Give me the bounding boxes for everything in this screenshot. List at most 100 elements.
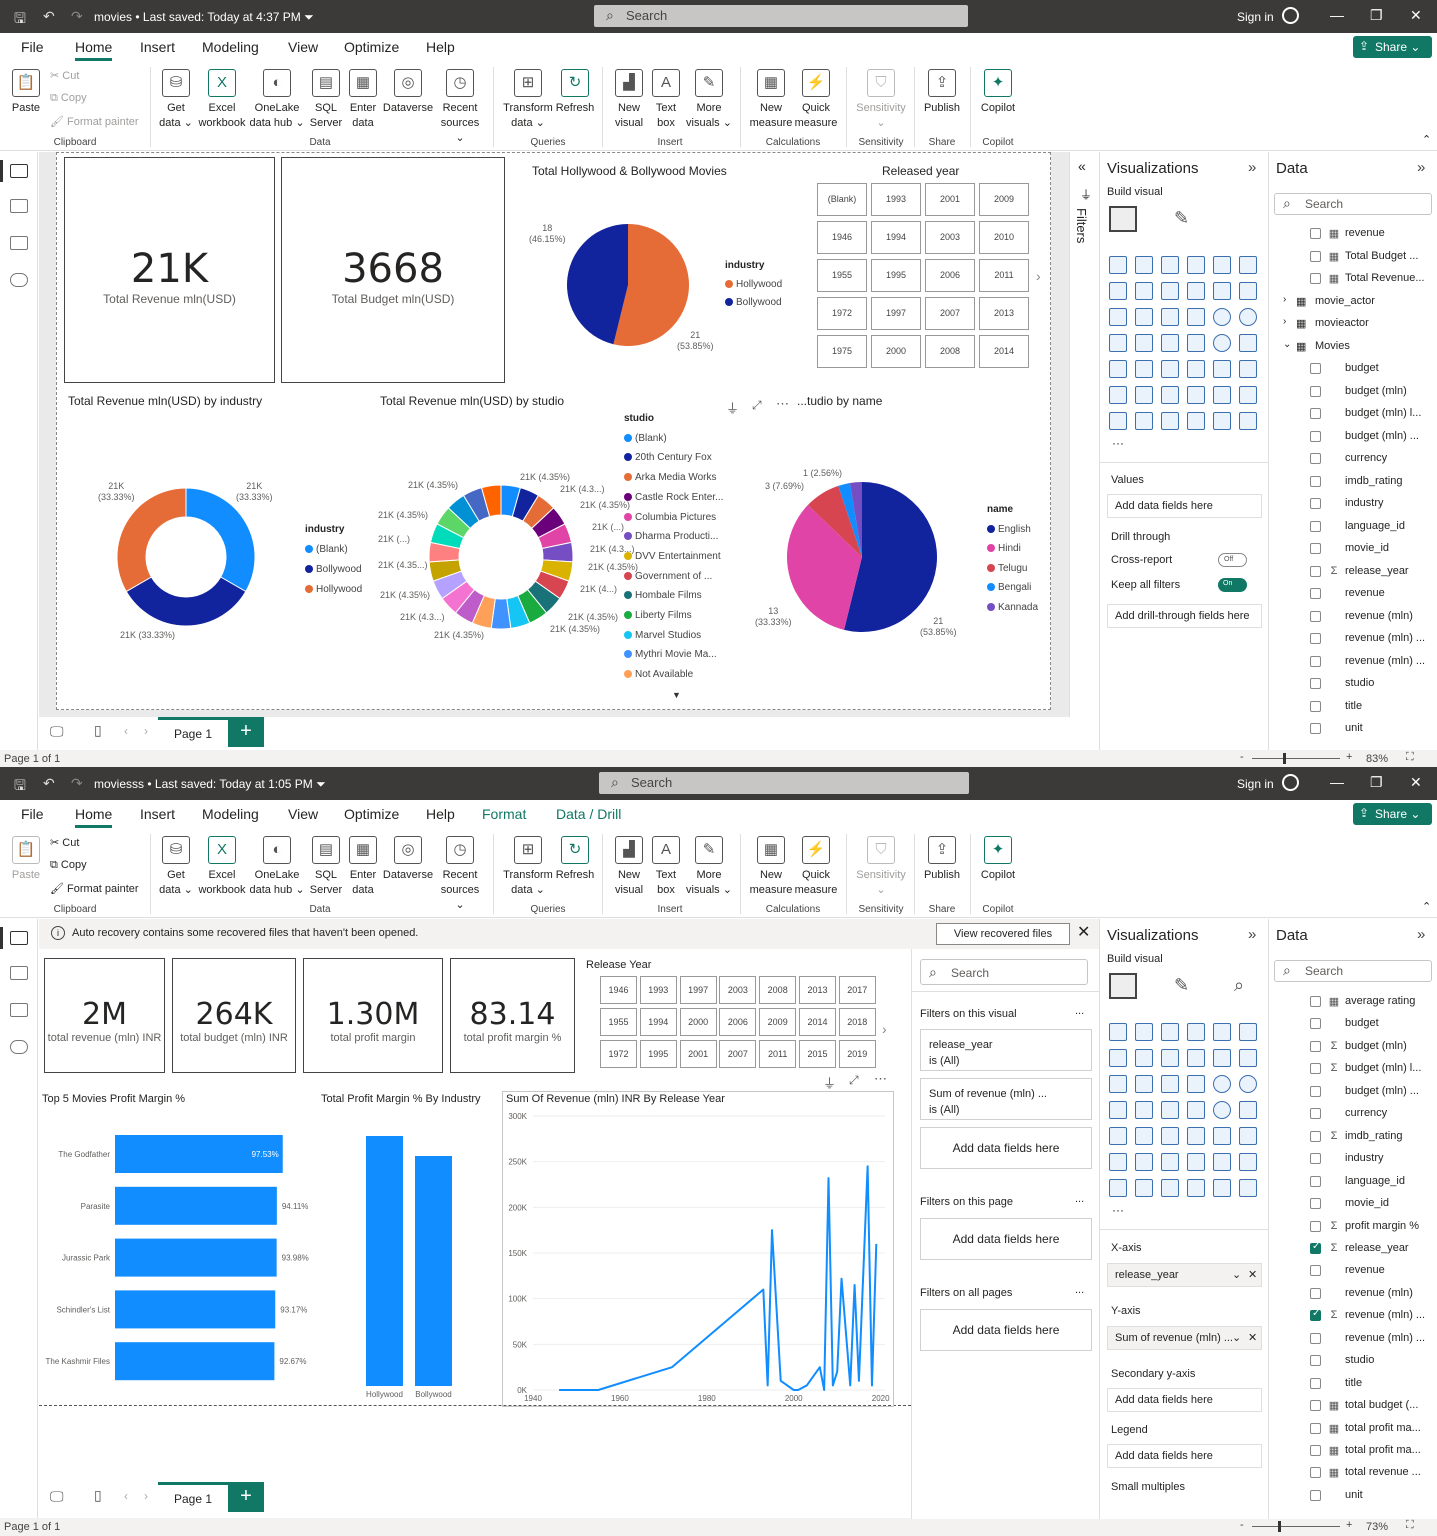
scroll-down-icon[interactable]: ▼ xyxy=(672,690,681,700)
checkbox[interactable] xyxy=(1310,996,1321,1007)
format-painter-button[interactable]: 🖌 Format painter xyxy=(50,115,139,128)
fit-page-icon[interactable]: ⛶ xyxy=(1406,751,1414,764)
field-item[interactable]: movie_id xyxy=(1269,1193,1437,1215)
field-item[interactable]: Σimdb_rating xyxy=(1269,1126,1437,1148)
clustered-bar-icon[interactable] xyxy=(1161,1023,1179,1041)
field-item[interactable]: budget (mln) l... xyxy=(1269,403,1437,425)
legend-item[interactable]: Liberty Films xyxy=(624,606,723,626)
100-column-icon[interactable] xyxy=(1239,256,1257,274)
excel-workbook-button[interactable]: X Excel workbook xyxy=(194,69,250,131)
checkbox[interactable] xyxy=(1310,1332,1321,1344)
slicer-option[interactable]: 2015 xyxy=(799,1040,836,1068)
line-chart-icon[interactable] xyxy=(1109,1049,1127,1067)
field-item[interactable]: ▦ Total Budget ... xyxy=(1269,246,1437,268)
goals-icon[interactable] xyxy=(1239,386,1257,404)
field-item[interactable]: industry xyxy=(1269,1148,1437,1170)
checkbox[interactable] xyxy=(1310,1153,1321,1165)
multirow-card-icon[interactable] xyxy=(1109,1127,1127,1145)
menu-view[interactable]: View xyxy=(288,806,318,822)
100-bar-icon[interactable] xyxy=(1213,256,1231,274)
menu-optimize[interactable]: Optimize xyxy=(344,806,399,822)
dataverse-button[interactable]: ◎ Dataverse xyxy=(380,69,436,116)
focus-mode-icon[interactable]: ⤢ xyxy=(849,1073,859,1088)
table-node[interactable]: › ▦ movieactor xyxy=(1269,313,1437,335)
stacked-column-icon[interactable] xyxy=(1135,256,1153,274)
table-node[interactable]: ⌄ ▦ Movies xyxy=(1269,336,1437,358)
line-stacked-icon[interactable] xyxy=(1239,1049,1257,1067)
checkbox[interactable] xyxy=(1310,1355,1321,1367)
donut-icon[interactable] xyxy=(1239,1075,1257,1093)
keep-filters-toggle[interactable]: On xyxy=(1218,578,1247,592)
kpi-card-profit-margin[interactable]: 1.30M total profit margin xyxy=(303,958,443,1073)
custom-visual-icon[interactable] xyxy=(1213,1179,1231,1197)
slicer-option[interactable]: 2013 xyxy=(979,297,1029,330)
slicer-option[interactable]: 2000 xyxy=(871,335,921,368)
build-visual-tab[interactable] xyxy=(1109,973,1137,999)
kpi-card-revenue[interactable]: 21K Total Revenue mln(USD) xyxy=(64,157,275,383)
slicer-option[interactable]: 1994 xyxy=(871,221,921,254)
decomposition-tree-icon[interactable] xyxy=(1161,1153,1179,1171)
desktop-layout-icon[interactable]: 🖵 xyxy=(50,1488,64,1505)
slicer-option[interactable]: 2010 xyxy=(979,221,1029,254)
stacked-bar-icon[interactable] xyxy=(1109,1023,1127,1041)
build-visual-tab[interactable] xyxy=(1109,206,1137,232)
slicer-option[interactable]: 2014 xyxy=(799,1008,836,1036)
cut-button[interactable]: ✂ Cut xyxy=(50,69,79,82)
slicer-option[interactable]: 2013 xyxy=(799,976,836,1004)
field-item[interactable]: budget (mln) xyxy=(1269,381,1437,403)
view-recovered-files-button[interactable]: View recovered files xyxy=(936,923,1070,945)
copy-button[interactable]: ⧉ Copy xyxy=(50,92,87,105)
matrix-icon[interactable] xyxy=(1213,1127,1231,1145)
sensitivity-button[interactable]: ⛉ Sensitivity ⌄ xyxy=(852,69,910,131)
card-icon[interactable] xyxy=(1239,334,1257,352)
report-view-icon[interactable] xyxy=(10,931,28,945)
mobile-layout-icon[interactable]: ▯ xyxy=(94,1487,102,1504)
document-title[interactable]: moviesss • Last saved: Today at 1:05 PM … xyxy=(94,777,326,792)
field-item[interactable]: Σbudget (mln) l... xyxy=(1269,1058,1437,1080)
funnel-icon[interactable] xyxy=(1161,308,1179,326)
zoom-in-icon[interactable]: + xyxy=(1346,1519,1352,1531)
checkbox[interactable] xyxy=(1310,543,1321,554)
field-item[interactable]: Σbudget (mln) xyxy=(1269,1036,1437,1058)
expand-filters-icon[interactable]: « xyxy=(1078,158,1086,174)
line-chart-revenue-year[interactable]: Sum Of Revenue (mln) INR By Release Year… xyxy=(502,1091,894,1407)
ribbon-chart-icon[interactable] xyxy=(1109,308,1127,326)
y-axis-well[interactable]: Sum of revenue (mln) ... ⌄ ✕ xyxy=(1107,1326,1262,1350)
custom-visual-icon[interactable] xyxy=(1213,412,1231,430)
filters-search-input[interactable]: ⌕ Search xyxy=(920,959,1088,985)
legend-item[interactable]: DVV Entertainment xyxy=(624,547,723,567)
report-view-icon[interactable] xyxy=(10,164,28,178)
card-icon[interactable] xyxy=(1239,1101,1257,1119)
slicer-option[interactable]: 2014 xyxy=(979,335,1029,368)
pie-chart-industry-count[interactable]: Total Hollywood & Bollywood Movies 18 (46… xyxy=(527,162,797,392)
kpi-card-profit-margin-pct[interactable]: 83.14 total profit margin % xyxy=(450,958,575,1073)
ribbon-chart-icon[interactable] xyxy=(1109,1075,1127,1093)
table-view-icon[interactable] xyxy=(10,966,28,980)
narrative-icon[interactable] xyxy=(1213,386,1231,404)
checkbox[interactable] xyxy=(1310,1241,1321,1254)
checkbox[interactable] xyxy=(1310,1198,1321,1210)
minimize-icon[interactable]: — xyxy=(1330,774,1344,790)
next-page-icon[interactable]: › xyxy=(144,1489,148,1503)
field-item[interactable]: budget (mln) ... xyxy=(1269,426,1437,448)
slicer-option[interactable]: 2007 xyxy=(719,1040,757,1068)
slicer-option[interactable]: 2001 xyxy=(925,183,975,216)
checkbox[interactable] xyxy=(1310,723,1321,734)
quick-measure-button[interactable]: ⚡ Quick measure xyxy=(792,69,840,131)
menu-help[interactable]: Help xyxy=(426,39,455,55)
checkbox[interactable] xyxy=(1310,1040,1321,1052)
field-item[interactable]: title xyxy=(1269,696,1437,718)
collapse-pane-icon[interactable]: » xyxy=(1417,926,1425,943)
restore-icon[interactable]: ❐ xyxy=(1370,7,1383,24)
dataverse-button[interactable]: ◎ Dataverse xyxy=(380,836,436,883)
add-page-filter-well[interactable]: Add data fields here xyxy=(920,1218,1092,1260)
menu-format[interactable]: Format xyxy=(482,806,526,822)
power-automate-icon[interactable] xyxy=(1161,1179,1179,1197)
collapse-pane-icon[interactable]: » xyxy=(1417,159,1425,176)
line-column-icon[interactable] xyxy=(1213,282,1231,300)
funnel-icon[interactable] xyxy=(1161,1075,1179,1093)
filter-icon[interactable]: ⏚ xyxy=(726,398,739,417)
ribbon-icon[interactable] xyxy=(1187,282,1205,300)
field-item[interactable]: revenue (mln) ... xyxy=(1269,651,1437,673)
kpi-icon[interactable] xyxy=(1135,360,1153,378)
